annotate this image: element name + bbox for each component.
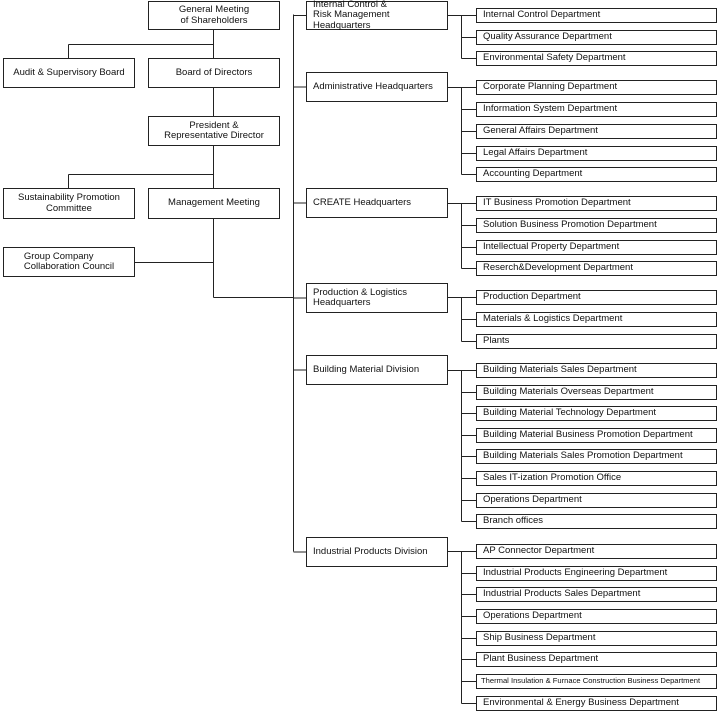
department-label: General Affairs Department: [483, 125, 598, 137]
president-label: President & Representative Director: [164, 119, 264, 141]
department-box[interactable]: Intellectual Property Department: [476, 240, 717, 255]
department-box[interactable]: IT Business Promotion Department: [476, 196, 717, 211]
department-box[interactable]: Building Materials Sales Promotion Depar…: [476, 449, 717, 464]
department-box[interactable]: Reserch&Development Department: [476, 261, 717, 276]
department-label: Building Materials Sales Department: [483, 364, 637, 376]
department-label: Industrial Products Engineering Departme…: [483, 567, 668, 579]
management-meeting-label: Management Meeting: [168, 197, 260, 209]
management-meeting-box[interactable]: Management Meeting: [148, 188, 280, 219]
department-box[interactable]: Building Material Business Promotion Dep…: [476, 428, 717, 443]
department-label: Materials & Logistics Department: [483, 313, 623, 325]
headquarters-label: Production & Logistics Headquarters: [313, 286, 407, 308]
headquarters-box[interactable]: CREATE Headquarters: [306, 188, 448, 218]
department-box[interactable]: Branch offices: [476, 514, 717, 529]
department-label: Sales IT-ization Promotion Office: [483, 472, 622, 484]
department-box[interactable]: Environmental & Energy Business Departme…: [476, 696, 717, 711]
headquarters-box[interactable]: Administrative Headquarters: [306, 72, 448, 102]
group-council-box[interactable]: Group Company Collaboration Council: [3, 247, 135, 277]
headquarters-label: Internal Control & Risk Management Headq…: [313, 0, 390, 31]
department-label: Information System Department: [483, 103, 618, 115]
audit-board-box[interactable]: Audit & Supervisory Board: [3, 58, 135, 88]
department-label: Intellectual Property Department: [483, 241, 620, 253]
department-box[interactable]: Production Department: [476, 290, 717, 305]
sustainability-committee-label: Sustainability Promotion Committee: [18, 192, 120, 214]
department-box[interactable]: Plants: [476, 334, 717, 349]
department-box[interactable]: Building Material Technology Department: [476, 406, 717, 421]
department-label: Ship Business Department: [483, 632, 596, 644]
department-box[interactable]: Sales IT-ization Promotion Office: [476, 471, 717, 486]
department-box[interactable]: Building Materials Sales Department: [476, 363, 717, 378]
department-box[interactable]: Industrial Products Sales Department: [476, 587, 717, 602]
department-label: Internal Control Department: [483, 9, 601, 21]
department-label: Environmental & Energy Business Departme…: [483, 697, 679, 709]
department-label: Production Department: [483, 291, 581, 303]
department-box[interactable]: Industrial Products Engineering Departme…: [476, 566, 717, 581]
shareholders-box[interactable]: General Meeting of Shareholders: [148, 1, 280, 30]
department-label: AP Connector Department: [483, 545, 595, 557]
department-box[interactable]: Plant Business Department: [476, 652, 717, 667]
president-box[interactable]: President & Representative Director: [148, 116, 280, 146]
department-box[interactable]: AP Connector Department: [476, 544, 717, 559]
department-box[interactable]: Materials & Logistics Department: [476, 312, 717, 327]
department-label: Plants: [483, 335, 510, 347]
department-box[interactable]: Internal Control Department: [476, 8, 717, 23]
shareholders-label: General Meeting of Shareholders: [178, 4, 250, 26]
department-box[interactable]: Information System Department: [476, 102, 717, 117]
board-of-directors-box[interactable]: Board of Directors: [148, 58, 280, 88]
department-label: Building Materials Sales Promotion Depar…: [483, 450, 683, 462]
headquarters-box[interactable]: Industrial Products Division: [306, 537, 448, 567]
department-label: Solution Business Promotion Department: [483, 219, 657, 231]
department-box[interactable]: Solution Business Promotion Department: [476, 218, 717, 233]
department-label: Quality Assurance Department: [483, 31, 612, 43]
headquarters-box[interactable]: Production & Logistics Headquarters: [306, 283, 448, 313]
department-box[interactable]: Environmental Safety Department: [476, 51, 717, 66]
headquarters-box[interactable]: Internal Control & Risk Management Headq…: [306, 0, 448, 31]
department-box[interactable]: Quality Assurance Department: [476, 30, 717, 45]
headquarters-label: Building Material Division: [313, 363, 420, 375]
department-box[interactable]: Accounting Department: [476, 167, 717, 182]
audit-board-label: Audit & Supervisory Board: [13, 66, 125, 78]
department-box[interactable]: Corporate Planning Department: [476, 80, 717, 95]
sustainability-committee-box[interactable]: Sustainability Promotion Committee: [3, 188, 135, 219]
department-label: Industrial Products Sales Department: [483, 588, 641, 600]
headquarters-label: Industrial Products Division: [313, 545, 428, 557]
group-council-label: Group Company Collaboration Council: [23, 250, 115, 272]
department-box[interactable]: Operations Department: [476, 493, 717, 508]
department-label: Corporate Planning Department: [483, 81, 618, 93]
department-label: IT Business Promotion Department: [483, 197, 631, 209]
department-box[interactable]: Building Materials Overseas Department: [476, 385, 717, 400]
department-label: Building Materials Overseas Department: [483, 386, 654, 398]
headquarters-label: CREATE Headquarters: [313, 196, 412, 208]
department-box[interactable]: Operations Department: [476, 609, 717, 624]
department-box[interactable]: Ship Business Department: [476, 631, 717, 646]
department-label: Reserch&Development Department: [483, 262, 633, 274]
department-label: Building Material Technology Department: [483, 407, 657, 419]
department-box[interactable]: General Affairs Department: [476, 124, 717, 139]
department-label: Environmental Safety Department: [483, 52, 626, 64]
department-label: Building Material Business Promotion Dep…: [483, 429, 693, 441]
department-box[interactable]: Legal Affairs Department: [476, 146, 717, 161]
department-label: Accounting Department: [483, 168, 583, 180]
department-label: Branch offices: [483, 515, 544, 527]
headquarters-box[interactable]: Building Material Division: [306, 355, 448, 385]
department-label: Operations Department: [483, 610, 582, 622]
board-of-directors-label: Board of Directors: [175, 66, 253, 78]
department-label: Operations Department: [483, 494, 582, 506]
department-label: Plant Business Department: [483, 653, 599, 665]
department-box[interactable]: Thermal Insulation & Furnace Constructio…: [476, 674, 717, 689]
department-label: Thermal Insulation & Furnace Constructio…: [481, 676, 701, 686]
department-label: Legal Affairs Department: [483, 147, 588, 159]
headquarters-label: Administrative Headquarters: [313, 80, 433, 92]
